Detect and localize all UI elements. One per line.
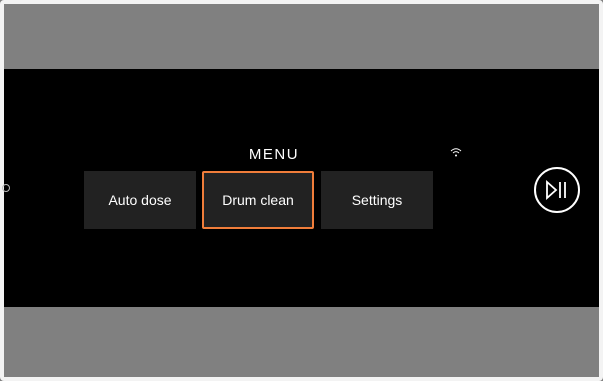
wifi-icon [450, 148, 462, 157]
menu-title: MENU [248, 146, 300, 163]
play-pause-icon [546, 179, 566, 201]
scroll-indicator-dot [2, 184, 10, 192]
play-pause-button[interactable] [534, 167, 580, 213]
drum-clean-button[interactable]: Drum clean [202, 171, 314, 229]
display-screen: MENU Auto dose Drum clean Settings [2, 69, 599, 307]
settings-button[interactable]: Settings [321, 171, 433, 229]
auto-dose-button[interactable]: Auto dose [84, 171, 196, 229]
